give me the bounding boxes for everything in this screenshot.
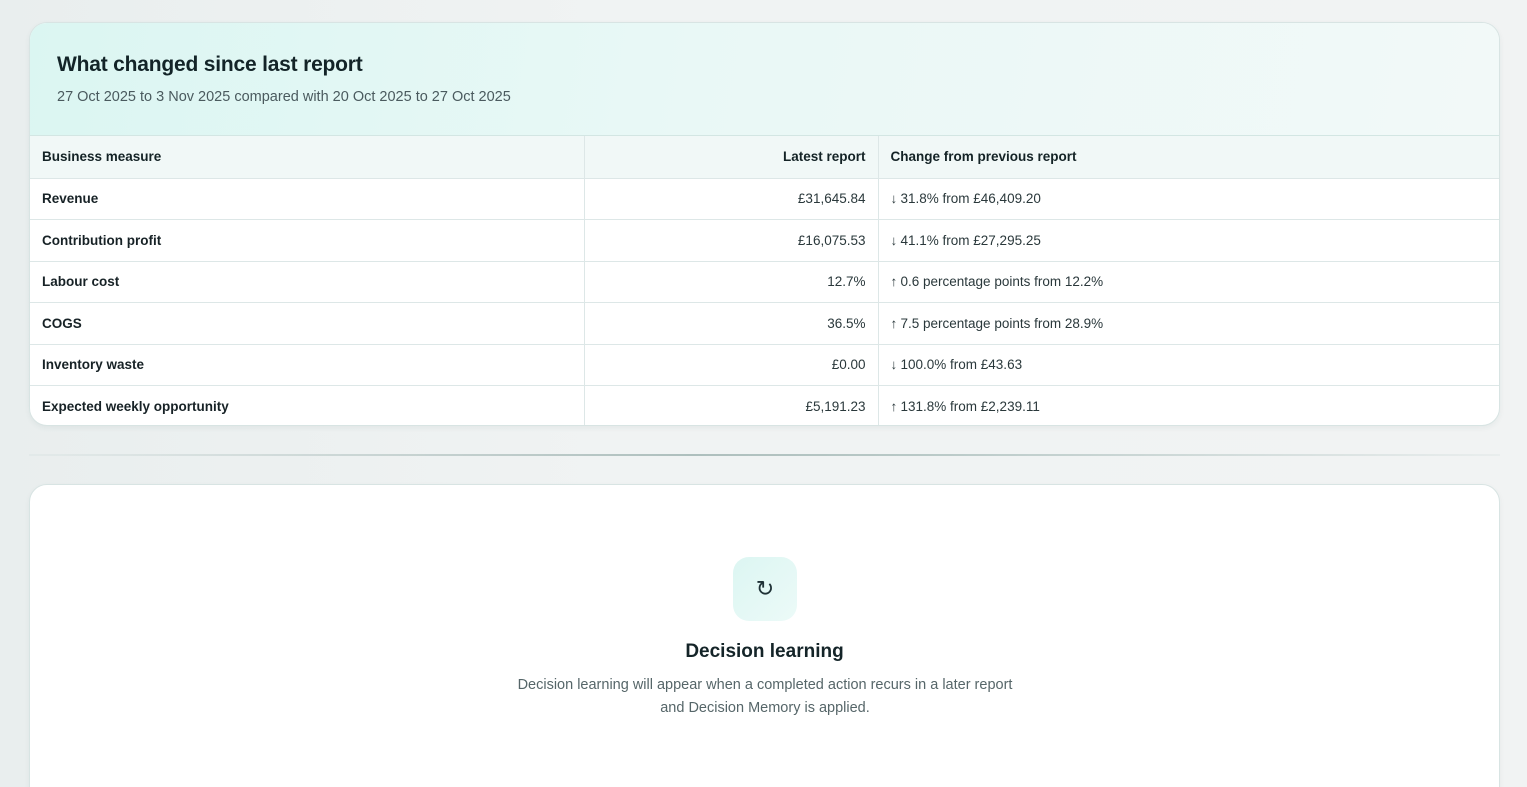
description-line-1: Decision learning will appear when a com… xyxy=(517,677,1013,693)
decision-learning-description: Decision learning will appear when a com… xyxy=(495,674,1035,720)
change-cell: ↓ 31.8% from £46,409.20 xyxy=(878,178,1499,220)
change-text: 41.1% from £27,295.25 xyxy=(900,232,1041,248)
arrow-up-icon: ↑ xyxy=(890,399,898,414)
arrow-up-icon: ↑ xyxy=(890,274,898,290)
decision-learning-card: ↻ Decision learning Decision learning wi… xyxy=(29,484,1500,787)
latest-value: £31,645.84 xyxy=(584,178,879,220)
table-row: Revenue £31,645.84 ↓ 31.8% from £46,409.2… xyxy=(30,178,1499,220)
table-row: Contribution profit £16,075.53 ↓ 41.1% fr… xyxy=(30,219,1499,262)
column-header-measure: Business measure xyxy=(30,136,585,179)
change-cell: ↑ 7.5 percentage points from 28.9% xyxy=(878,302,1499,345)
arrow-down-icon: ↓ xyxy=(890,191,898,207)
column-header-latest: Latest report xyxy=(584,136,879,179)
latest-value: £0.00 xyxy=(584,344,879,386)
measure-name: COGS xyxy=(30,302,585,345)
arrow-up-icon: ↑ xyxy=(890,315,898,331)
table-row: Expected weekly opportunity £5,191.23 ↑ 1… xyxy=(30,385,1499,426)
change-text: 131.8% from £2,239.11 xyxy=(900,399,1040,414)
arrow-down-icon: ↓ xyxy=(890,232,898,248)
change-text: 0.6 percentage points from 12.2% xyxy=(900,274,1104,290)
table-row: COGS 36.5% ↑ 7.5 percentage points from 2… xyxy=(30,302,1499,345)
decision-learning-title: Decision learning xyxy=(685,641,844,662)
change-cell: ↓ 41.1% from £27,295.25 xyxy=(878,219,1499,262)
what-changed-card: What changed since last report 27 Oct 20… xyxy=(29,22,1500,426)
measure-name: Inventory waste xyxy=(30,344,585,386)
table-header-row: Business measure Latest report Change fr… xyxy=(30,136,1499,179)
change-text: 31.8% from £46,409.20 xyxy=(900,191,1041,207)
what-changed-title: What changed since last report xyxy=(57,53,363,76)
measure-name: Expected weekly opportunity xyxy=(30,385,585,425)
measure-name: Labour cost xyxy=(30,261,585,303)
measure-name: Contribution profit xyxy=(30,219,585,262)
latest-value: 36.5% xyxy=(584,302,879,345)
comparison-period: 27 Oct 2025 to 3 Nov 2025 compared with … xyxy=(57,89,511,105)
change-text: 100.0% from £43.63 xyxy=(900,357,1023,373)
latest-value: £5,191.23 xyxy=(584,385,879,425)
change-cell: ↓ 100.0% from £43.63 xyxy=(878,344,1499,386)
section-divider xyxy=(29,454,1500,456)
column-header-change: Change from previous report xyxy=(878,136,1499,179)
latest-value: £16,075.53 xyxy=(584,219,879,262)
report-page: What changed since last report 27 Oct 20… xyxy=(0,0,1527,787)
change-text: 7.5 percentage points from 28.9% xyxy=(900,315,1104,331)
what-changed-header: What changed since last report 27 Oct 20… xyxy=(30,23,1499,136)
table-row: Inventory waste £0.00 ↓ 100.0% from £43.6… xyxy=(30,344,1499,386)
arrow-down-icon: ↓ xyxy=(890,357,898,373)
latest-value: 12.7% xyxy=(584,261,879,303)
change-cell: ↑ 0.6 percentage points from 12.2% xyxy=(878,261,1499,303)
measure-name: Revenue xyxy=(30,178,585,220)
change-cell: ↑ 131.8% from £2,239.11 xyxy=(878,386,1499,426)
business-measures-table: Business measure Latest report Change fr… xyxy=(30,136,1499,426)
description-line-2: and Decision Memory is applied. xyxy=(660,700,870,716)
refresh-icon: ↻ xyxy=(733,557,797,621)
table-row: Labour cost 12.7% ↑ 0.6 percentage points… xyxy=(30,261,1499,303)
